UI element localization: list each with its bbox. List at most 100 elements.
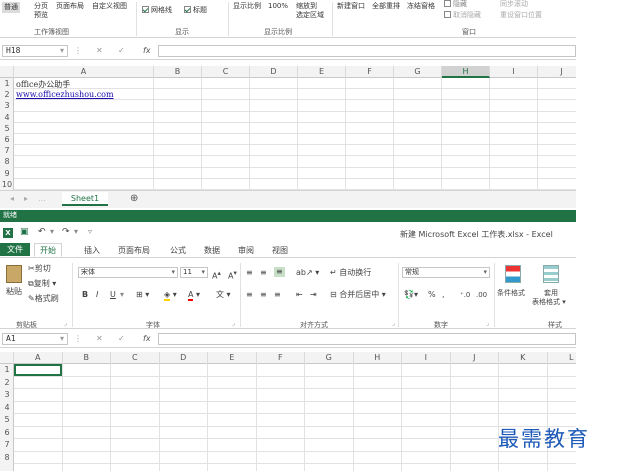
column-header[interactable]: C (202, 66, 250, 78)
cancel-icon[interactable]: ✕ (96, 46, 103, 55)
tab-file[interactable]: 文件 (0, 243, 30, 256)
wrap-text-button[interactable]: ↵ 自动换行 (330, 268, 371, 278)
headings-checkbox[interactable]: 标题 (184, 6, 207, 15)
tab-review[interactable]: 审阅 (238, 245, 254, 256)
column-header[interactable]: D (160, 352, 208, 364)
column-header[interactable]: F (257, 352, 305, 364)
column-header[interactable]: I (490, 66, 538, 78)
tab-home[interactable]: 开始 (34, 243, 62, 257)
row-header[interactable]: 4 (0, 112, 14, 123)
cell-a2-hyperlink[interactable]: www.officezhushou.com (16, 90, 114, 99)
cut-button[interactable]: ✂剪切 (28, 264, 51, 274)
column-header[interactable]: B (154, 66, 202, 78)
row-header[interactable]: 7 (0, 439, 14, 452)
row-header[interactable]: 6 (0, 427, 14, 440)
worksheet-grid-top[interactable]: A B C D E F G H I J 1 2 3 4 5 6 7 8 9 10 office办公助手 www.offic… (0, 66, 576, 190)
align-bottom-icon[interactable]: ≡ (274, 267, 285, 277)
row-header[interactable]: 2 (0, 89, 14, 100)
column-header[interactable]: L (548, 352, 577, 364)
column-header[interactable]: K (499, 352, 548, 364)
insert-function-icon[interactable]: fx (143, 334, 151, 343)
alignment-launcher-icon[interactable]: ⌟ (392, 320, 395, 327)
sheet-tab-sheet1[interactable]: Sheet1 (62, 192, 108, 206)
row-header[interactable]: 5 (0, 414, 14, 427)
align-right-icon[interactable]: ≡ (274, 290, 281, 300)
italic-button[interactable]: I (96, 290, 98, 300)
font-launcher-icon[interactable]: ⌟ (232, 320, 235, 327)
freeze-panes-button[interactable]: 冻结窗格 (407, 2, 435, 11)
orientation-icon[interactable]: ab↗ ▾ (296, 268, 319, 278)
phonetic-icon[interactable]: 文 ▾ (216, 290, 231, 300)
arrange-all-button[interactable]: 全部重排 (372, 2, 400, 11)
redo-dropdown-icon[interactable]: ▾ (74, 227, 78, 236)
redo-icon[interactable]: ↷ (62, 227, 70, 237)
align-center-icon[interactable]: ≡ (260, 290, 267, 300)
cancel-icon[interactable]: ✕ (96, 334, 103, 343)
tab-view[interactable]: 视图 (272, 245, 288, 256)
column-header[interactable]: H (442, 66, 490, 78)
normal-view-button[interactable]: 普通 (2, 2, 20, 13)
add-sheet-icon[interactable]: ⊕ (130, 193, 138, 204)
row-header[interactable]: 9 (0, 168, 14, 179)
save-icon[interactable]: ▣ (20, 227, 29, 237)
bold-button[interactable]: B (82, 290, 88, 300)
column-header[interactable]: E (208, 352, 257, 364)
column-header[interactable]: C (111, 352, 160, 364)
tab-data[interactable]: 数据 (204, 245, 220, 256)
name-box-top[interactable]: H18 (2, 45, 68, 57)
increase-decimal-icon[interactable]: ⁺.0 (460, 290, 470, 300)
row-header[interactable]: 2 (0, 377, 14, 390)
grow-font-icon[interactable]: A▴ (212, 268, 221, 282)
increase-indent-icon[interactable]: ⇥ (310, 290, 317, 300)
column-header[interactable]: H (354, 352, 402, 364)
active-cell-a1[interactable] (14, 364, 62, 376)
font-name-dropdown[interactable]: 宋体 (78, 267, 178, 278)
row-header[interactable]: 8 (0, 452, 14, 465)
row-header[interactable]: 3 (0, 389, 14, 402)
column-header[interactable]: J (451, 352, 499, 364)
row-header[interactable]: 7 (0, 145, 14, 156)
percent-button[interactable]: % (428, 290, 436, 300)
undo-dropdown-icon[interactable]: ▾ (50, 227, 54, 236)
row-header[interactable]: 1 (0, 364, 14, 377)
namebox-dropdown-icon[interactable]: ▾ (60, 334, 64, 343)
sync-scroll-button[interactable]: 同步滚动 (500, 0, 528, 9)
align-left-icon[interactable]: ≡ (246, 290, 253, 300)
column-header[interactable]: A (14, 66, 154, 78)
tab-formulas[interactable]: 公式 (170, 245, 186, 256)
comma-button[interactable]: , (442, 290, 445, 300)
paste-icon[interactable] (6, 265, 22, 283)
decrease-decimal-icon[interactable]: .00 (476, 290, 487, 300)
column-header[interactable]: E (298, 66, 346, 78)
font-size-dropdown[interactable]: 11 (180, 267, 208, 278)
number-format-dropdown[interactable]: 常规 (402, 267, 490, 278)
row-header[interactable]: 5 (0, 123, 14, 134)
row-header[interactable]: 10 (0, 179, 14, 190)
undo-icon[interactable]: ↶ (38, 227, 46, 237)
custom-views-button[interactable]: 自定义视图 (92, 2, 127, 11)
row-header[interactable]: 8 (0, 156, 14, 167)
column-header[interactable]: G (394, 66, 442, 78)
enter-icon[interactable]: ✓ (118, 46, 125, 55)
zoom-to-selection-button[interactable]: 缩放到 选定区域 (296, 2, 324, 20)
decrease-indent-icon[interactable]: ⇤ (296, 290, 303, 300)
column-header[interactable]: F (346, 66, 394, 78)
select-all-corner[interactable] (0, 66, 14, 78)
tab-page-layout[interactable]: 页面布局 (118, 245, 150, 256)
column-header[interactable]: J (538, 66, 576, 78)
prev-sheet-icon[interactable]: ◂ (10, 194, 14, 203)
paste-button[interactable]: 粘贴 (6, 287, 22, 297)
row-header[interactable]: 6 (0, 134, 14, 145)
column-header[interactable]: D (250, 66, 298, 78)
merge-center-button[interactable]: ⊟ 合并后居中 ▾ (330, 290, 386, 300)
format-painter-button[interactable]: ✎格式刷 (28, 294, 59, 304)
align-middle-icon[interactable]: ≡ (260, 268, 267, 278)
customize-qat-icon[interactable]: ▿ (88, 227, 92, 236)
font-color-icon[interactable]: A ▾ (188, 290, 200, 301)
gridlines-checkbox[interactable]: 网格线 (142, 6, 172, 15)
number-launcher-icon[interactable]: ⌟ (486, 320, 489, 327)
column-header[interactable]: I (402, 352, 451, 364)
column-header[interactable]: G (305, 352, 354, 364)
worksheet-grid-bottom[interactable]: ABCDEFGHIJKL12345678 (0, 352, 576, 471)
name-box-bottom[interactable]: A1 (2, 333, 68, 345)
